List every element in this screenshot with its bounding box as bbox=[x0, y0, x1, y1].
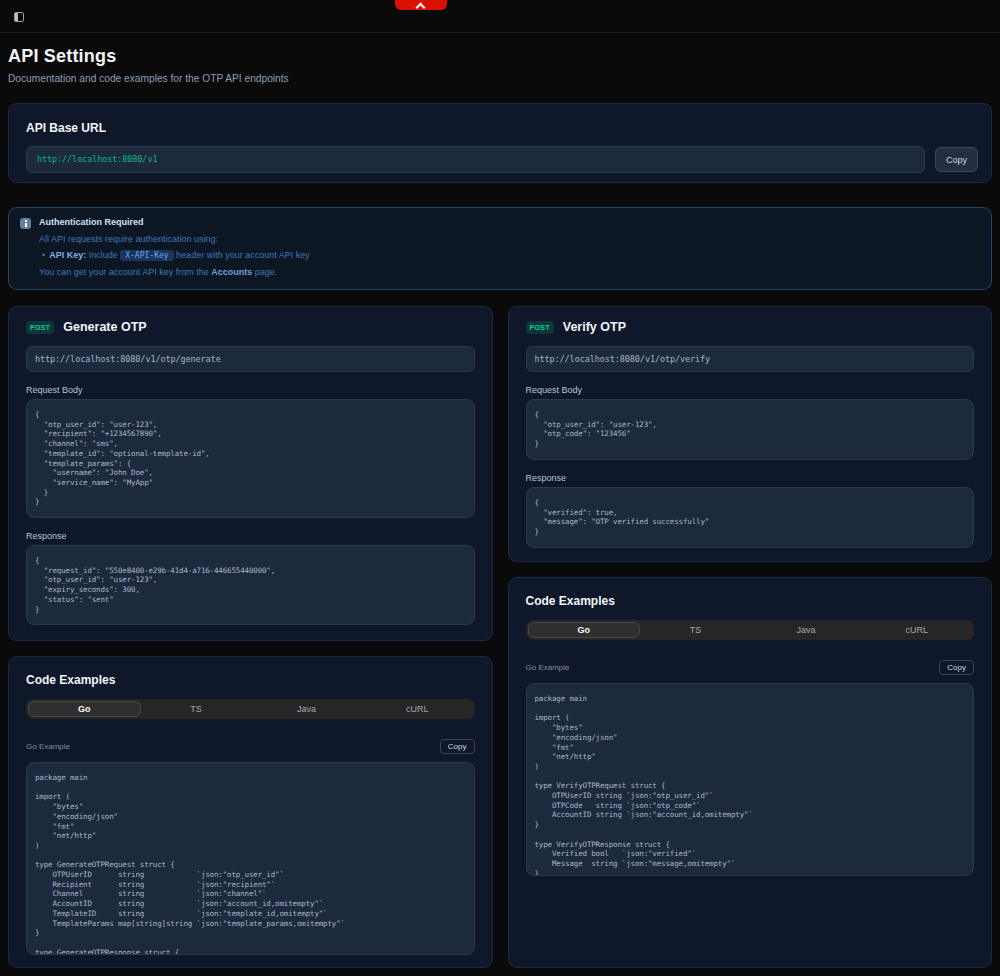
generate-response-label: Response bbox=[26, 530, 475, 542]
language-tabs-right: Go TS Java cURL bbox=[526, 620, 975, 640]
auth-body: Authentication Required All API requests… bbox=[39, 216, 310, 279]
tab-ts-right[interactable]: TS bbox=[640, 622, 751, 638]
auth-bullet-label: API Key: bbox=[49, 250, 86, 260]
bullet-dot: • bbox=[42, 250, 45, 260]
verify-response-label: Response bbox=[526, 472, 975, 484]
main-content: API Settings Documentation and code exam… bbox=[0, 45, 1000, 968]
generate-otp-card: POST Generate OTP http://localhost:8080/… bbox=[8, 306, 493, 641]
api-key-chip: X-API-Key bbox=[120, 250, 173, 261]
language-tabs-left: Go TS Java cURL bbox=[26, 699, 475, 719]
auth-callout: i Authentication Required All API reques… bbox=[8, 207, 992, 290]
info-icon: i bbox=[20, 218, 31, 229]
verify-request-code: { "otp_user_id": "user-123", "otp_code":… bbox=[526, 399, 975, 460]
auth-title: Authentication Required bbox=[39, 216, 310, 229]
alert-pill-button[interactable] bbox=[395, 0, 447, 10]
tab-go-left[interactable]: Go bbox=[28, 701, 141, 717]
generate-request-label: Request Body bbox=[26, 384, 475, 396]
accounts-link[interactable]: Accounts bbox=[211, 267, 252, 277]
tab-curl-right[interactable]: cURL bbox=[861, 622, 972, 638]
auth-bullet: • API Key: Include X-API-Key header with … bbox=[42, 248, 310, 263]
go-code-right: package main import ( "bytes" "encoding/… bbox=[526, 683, 975, 876]
generate-otp-title: Generate OTP bbox=[63, 320, 146, 334]
tab-go-right[interactable]: Go bbox=[528, 622, 641, 638]
copy-base-url-button[interactable]: Copy bbox=[935, 147, 978, 172]
copy-code-button-right[interactable]: Copy bbox=[939, 660, 974, 675]
sidebar-toggle-icon[interactable] bbox=[14, 12, 24, 22]
tab-java-right[interactable]: Java bbox=[751, 622, 862, 638]
post-badge-generate: POST bbox=[26, 321, 54, 334]
left-column: POST Generate OTP http://localhost:8080/… bbox=[8, 306, 493, 968]
right-column: POST Verify OTP http://localhost:8080/v1… bbox=[508, 306, 993, 968]
tab-ts-left[interactable]: TS bbox=[141, 701, 252, 717]
go-example-label-left: Go Example bbox=[26, 742, 70, 751]
auth-footer: You can get your account API key from th… bbox=[39, 266, 310, 279]
endpoints-grid: POST Generate OTP http://localhost:8080/… bbox=[8, 306, 992, 968]
verify-endpoint-url: http://localhost:8080/v1/otp/verify bbox=[526, 346, 975, 372]
generate-endpoint-url: http://localhost:8080/v1/otp/generate bbox=[26, 346, 475, 372]
verify-otp-title: Verify OTP bbox=[563, 320, 626, 334]
auth-bullet-post: header with your account API key bbox=[176, 250, 310, 260]
base-url-value[interactable]: http://localhost:8080/v1 bbox=[26, 146, 925, 173]
code-examples-title-left: Code Examples bbox=[26, 671, 475, 690]
copy-code-button-left[interactable]: Copy bbox=[440, 739, 475, 754]
verify-request-label: Request Body bbox=[526, 384, 975, 396]
api-base-url-card: API Base URL http://localhost:8080/v1 Co… bbox=[8, 103, 992, 183]
tab-java-left[interactable]: Java bbox=[251, 701, 362, 717]
post-badge-verify: POST bbox=[526, 321, 554, 334]
code-examples-card-generate: Code Examples Go TS Java cURL Go Example… bbox=[8, 656, 493, 968]
generate-request-code: { "otp_user_id": "user-123", "recipient"… bbox=[26, 399, 475, 518]
tab-curl-left[interactable]: cURL bbox=[362, 701, 473, 717]
go-code-left: package main import ( "bytes" "encoding/… bbox=[26, 762, 475, 955]
verify-response-code: { "verified": true, "message": "OTP veri… bbox=[526, 487, 975, 548]
generate-response-code: { "request_id": "550e8400-e29b-41d4-a716… bbox=[26, 545, 475, 625]
topbar bbox=[0, 0, 1000, 33]
page-subtitle: Documentation and code examples for the … bbox=[8, 73, 992, 85]
auth-bullet-pre: Include bbox=[89, 250, 118, 260]
code-examples-card-verify: Code Examples Go TS Java cURL Go Example… bbox=[508, 577, 993, 968]
page-title: API Settings bbox=[8, 45, 992, 68]
code-examples-title-right: Code Examples bbox=[526, 592, 975, 611]
auth-footer-post: page. bbox=[255, 267, 278, 277]
go-example-label-right: Go Example bbox=[526, 663, 570, 672]
api-base-url-title: API Base URL bbox=[26, 121, 978, 136]
auth-line: All API requests require authentication … bbox=[39, 233, 310, 245]
auth-footer-pre: You can get your account API key from th… bbox=[39, 267, 209, 277]
verify-otp-card: POST Verify OTP http://localhost:8080/v1… bbox=[508, 306, 993, 562]
